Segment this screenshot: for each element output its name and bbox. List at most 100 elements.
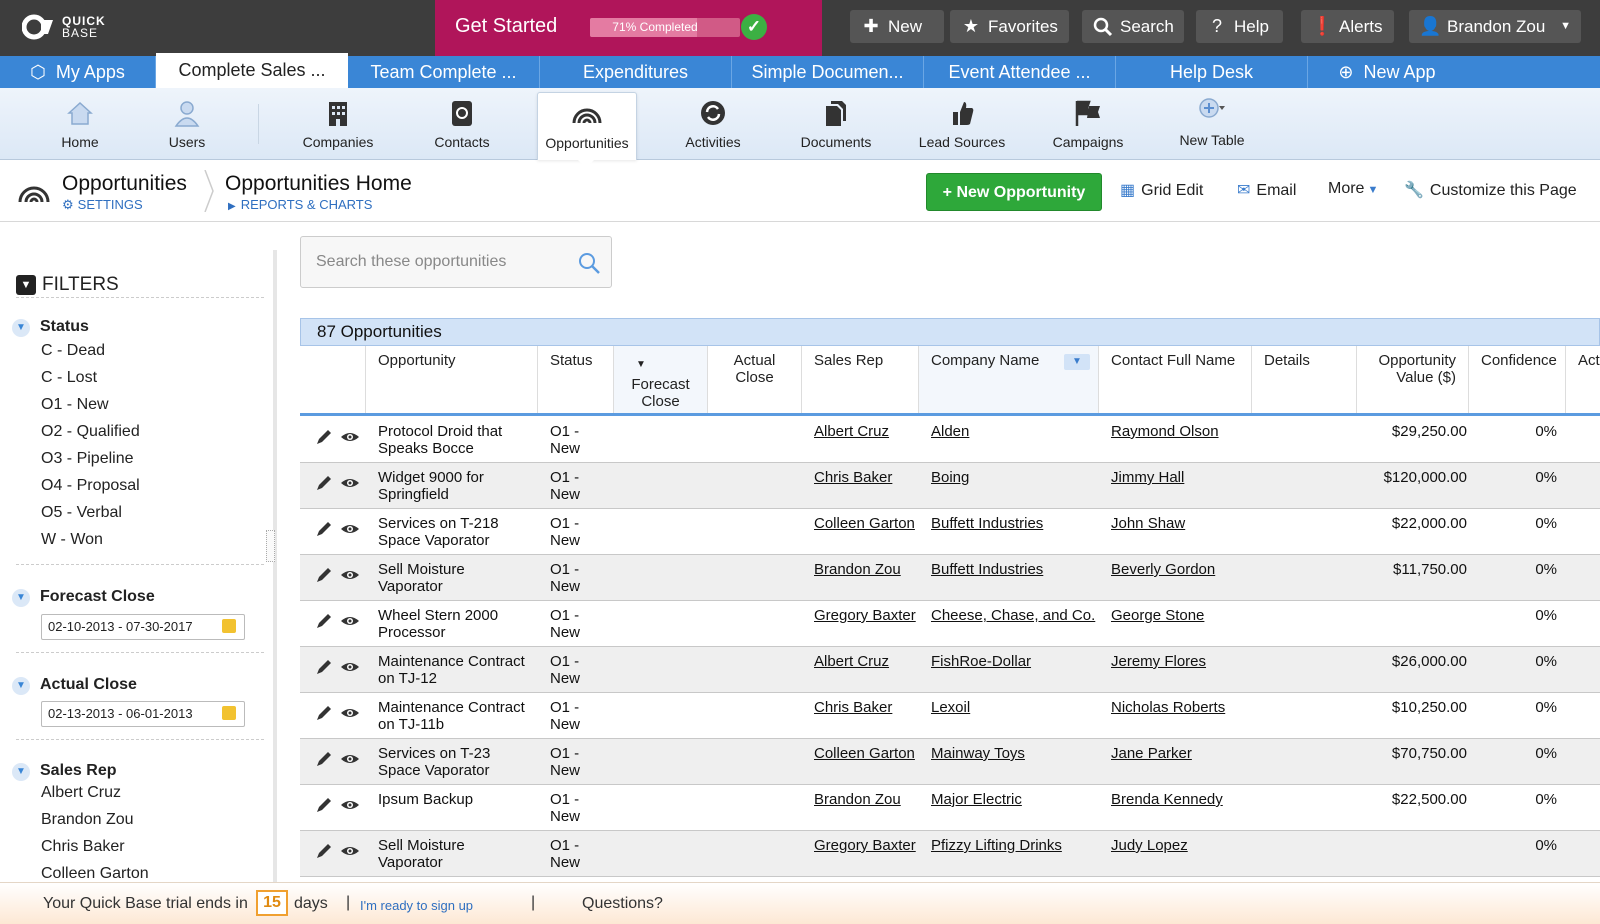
cell-contact-link[interactable]: Brenda Kennedy: [1111, 791, 1223, 808]
filter-rep-colleen-garton[interactable]: Colleen Garton: [41, 865, 149, 882]
filter-group-status[interactable]: ▼ Status: [12, 318, 89, 337]
cell-sales-rep-link[interactable]: Gregory Baxter: [814, 837, 916, 854]
header-company-name[interactable]: Company Name ▼: [919, 346, 1099, 413]
eye-icon[interactable]: [340, 703, 360, 723]
pencil-icon[interactable]: [314, 427, 334, 447]
sign-up-link[interactable]: I'm ready to sign up: [360, 898, 473, 913]
tab-simple-documents[interactable]: Simple Documen...: [732, 56, 924, 88]
cell-contact-link[interactable]: Raymond Olson: [1111, 423, 1219, 440]
pencil-icon[interactable]: [314, 473, 334, 493]
nav-home[interactable]: Home: [40, 88, 120, 160]
cell-sales-rep-link[interactable]: Brandon Zou: [814, 791, 901, 808]
filter-status-o1-new[interactable]: O1 - New: [41, 396, 109, 414]
pencil-icon[interactable]: [314, 519, 334, 539]
nav-new-table[interactable]: New Table: [1166, 88, 1258, 160]
eye-icon[interactable]: [340, 519, 360, 539]
filter-status-o3-pipeline[interactable]: O3 - Pipeline: [41, 450, 134, 468]
tab-new-app[interactable]: ⊕ New App: [1308, 56, 1466, 88]
filter-group-forecast-close[interactable]: ▼ Forecast Close: [12, 588, 155, 607]
header-status[interactable]: Status: [538, 346, 614, 413]
nav-documents[interactable]: Documents: [790, 88, 882, 160]
cell-company-link[interactable]: Lexoil: [931, 699, 970, 716]
header-details[interactable]: Details: [1252, 346, 1357, 413]
cell-sales-rep-link[interactable]: Brandon Zou: [814, 561, 901, 578]
grid-edit-button[interactable]: ▦ Grid Edit: [1120, 180, 1203, 200]
cell-sales-rep-link[interactable]: Colleen Garton: [814, 515, 915, 532]
cell-contact-link[interactable]: Judy Lopez: [1111, 837, 1188, 854]
header-forecast-close[interactable]: ▼ Forecast Close: [614, 346, 708, 413]
cell-contact-link[interactable]: Jane Parker: [1111, 745, 1192, 762]
nav-contacts[interactable]: Contacts: [420, 88, 504, 160]
cell-company-link[interactable]: Major Electric: [931, 791, 1022, 808]
cell-contact-link[interactable]: Nicholas Roberts: [1111, 699, 1225, 716]
cell-sales-rep-link[interactable]: Albert Cruz: [814, 423, 889, 440]
search-button[interactable]: Search: [1082, 10, 1184, 43]
eye-icon[interactable]: [340, 749, 360, 769]
filter-status-w-won[interactable]: W - Won: [41, 531, 103, 549]
tab-expenditures[interactable]: Expenditures: [540, 56, 732, 88]
eye-icon[interactable]: [340, 657, 360, 677]
search-input[interactable]: [302, 238, 572, 286]
cell-sales-rep-link[interactable]: Albert Cruz: [814, 653, 889, 670]
cell-sales-rep-link[interactable]: Chris Baker: [814, 699, 892, 716]
nav-campaigns[interactable]: Campaigns: [1040, 88, 1136, 160]
table-row[interactable]: Services on T-218 Space Vaporator O1 - New C…: [300, 509, 1600, 555]
header-confidence[interactable]: Confidence: [1469, 346, 1566, 413]
user-menu[interactable]: 👤 Brandon Zou ▼: [1409, 10, 1581, 43]
cell-sales-rep-link[interactable]: Chris Baker: [814, 469, 892, 486]
nav-users[interactable]: Users: [147, 88, 227, 160]
cell-company-link[interactable]: Alden: [931, 423, 969, 440]
table-row[interactable]: Sell Moisture Vaporator O1 - New Brandon Zou…: [300, 555, 1600, 601]
forecast-close-range-input[interactable]: 02-10-2013 - 07-30-2017: [41, 614, 245, 640]
eye-icon[interactable]: [340, 611, 360, 631]
header-actual-close[interactable]: Actual Close: [708, 346, 802, 413]
cell-company-link[interactable]: Mainway Toys: [931, 745, 1025, 762]
table-row[interactable]: Maintenance Contract on TJ-12 O1 - New Alber…: [300, 647, 1600, 693]
filter-rep-brandon-zou[interactable]: Brandon Zou: [41, 811, 134, 829]
favorites-button[interactable]: ★ Favorites: [950, 10, 1069, 43]
filter-status-o5-verbal[interactable]: O5 - Verbal: [41, 504, 122, 522]
table-row[interactable]: Services on T-23 Space Vaporator O1 - New Co…: [300, 739, 1600, 785]
cell-sales-rep-link[interactable]: Colleen Garton: [814, 745, 915, 762]
actual-close-range-input[interactable]: 02-13-2013 - 06-01-2013: [41, 701, 245, 727]
help-button[interactable]: ? Help: [1196, 10, 1283, 43]
customize-page-button[interactable]: 🔧 Customize this Page: [1404, 180, 1577, 200]
cell-company-link[interactable]: Buffett Industries: [931, 561, 1043, 578]
cell-company-link[interactable]: Cheese, Chase, and Co.: [931, 607, 1095, 624]
pencil-icon[interactable]: [314, 749, 334, 769]
eye-icon[interactable]: [340, 841, 360, 861]
filter-group-actual-close[interactable]: ▼ Actual Close: [12, 676, 137, 695]
cell-company-link[interactable]: Buffett Industries: [931, 515, 1043, 532]
cell-company-link[interactable]: Pfizzy Lifting Drinks: [931, 837, 1062, 854]
cell-contact-link[interactable]: John Shaw: [1111, 515, 1185, 532]
more-menu[interactable]: More ▼: [1328, 180, 1378, 198]
filters-scrollbar[interactable]: [273, 250, 277, 882]
pencil-icon[interactable]: [314, 657, 334, 677]
table-row[interactable]: Widget 9000 for Springfield O1 - New Chris B…: [300, 463, 1600, 509]
pencil-icon[interactable]: [314, 611, 334, 631]
table-row[interactable]: Protocol Droid that Speaks Bocce O1 - New Al…: [300, 417, 1600, 463]
panel-resize-handle[interactable]: [266, 530, 275, 562]
tab-help-desk[interactable]: Help Desk: [1116, 56, 1308, 88]
new-opportunity-button[interactable]: + New Opportunity: [926, 173, 1102, 211]
cell-company-link[interactable]: FishRoe-Dollar: [931, 653, 1031, 670]
pencil-icon[interactable]: [314, 703, 334, 723]
eye-icon[interactable]: [340, 473, 360, 493]
header-contact-full-name[interactable]: Contact Full Name: [1099, 346, 1252, 413]
filter-group-sales-rep[interactable]: ▼ Sales Rep: [12, 762, 116, 781]
header-sales-rep[interactable]: Sales Rep: [802, 346, 919, 413]
tab-complete-sales[interactable]: Complete Sales ...: [156, 53, 348, 88]
pencil-icon[interactable]: [314, 795, 334, 815]
tab-event-attendee[interactable]: Event Attendee ...: [924, 56, 1116, 88]
quickbase-logo[interactable]: QUICK BASE: [22, 12, 106, 42]
cell-contact-link[interactable]: Jimmy Hall: [1111, 469, 1184, 486]
filter-rep-albert-cruz[interactable]: Albert Cruz: [41, 784, 121, 802]
table-row[interactable]: Wheel Stern 2000 Processor O1 - New Gregory …: [300, 601, 1600, 647]
email-button[interactable]: ✉ Email: [1237, 180, 1296, 200]
cell-company-link[interactable]: Boing: [931, 469, 969, 486]
filter-rep-chris-baker[interactable]: Chris Baker: [41, 838, 125, 856]
calendar-icon[interactable]: [222, 619, 236, 633]
filters-toggle[interactable]: ▼ FILTERS: [16, 274, 119, 296]
new-button[interactable]: ✚ New: [850, 10, 944, 43]
table-row[interactable]: Maintenance Contract on TJ-11b O1 - New Chri…: [300, 693, 1600, 739]
